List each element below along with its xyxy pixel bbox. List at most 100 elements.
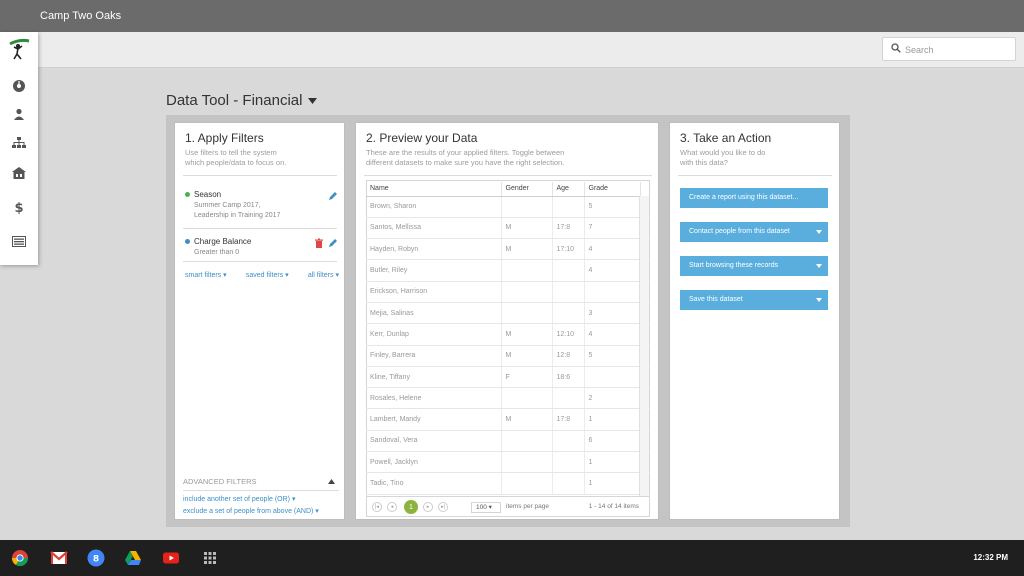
save-dataset-button[interactable]: Save this dataset: [680, 290, 828, 310]
cell-gender: [501, 451, 553, 474]
button-label: Start browsing these records: [689, 262, 779, 269]
table-row[interactable]: Hayden, Robyn M 17:10 4: [366, 238, 650, 261]
cell-grade: 5: [584, 196, 641, 218]
cell-grade: 7: [584, 217, 641, 240]
status-dot: [185, 192, 190, 197]
cell-gender: [501, 472, 553, 495]
window-title: Camp Two Oaks: [40, 10, 122, 22]
column-header-grade[interactable]: Grade: [584, 182, 641, 197]
last-page-icon[interactable]: ▸|: [438, 502, 448, 512]
table-row[interactable]: Finley, Barrera M 12:8 5: [366, 345, 650, 367]
person-icon[interactable]: [11, 106, 27, 122]
table-row[interactable]: Powell, Jacklyn 1: [366, 451, 650, 474]
table-row[interactable]: Mejia, Salinas 3: [366, 302, 650, 325]
youtube-icon[interactable]: [162, 549, 180, 567]
cell-name: Butler, Riley: [366, 259, 502, 282]
table-row[interactable]: Erickson, Harrison: [366, 281, 650, 303]
app-launcher-icon[interactable]: [201, 549, 219, 567]
preview-description: These are the results of your applied fi…: [366, 148, 564, 168]
gmail-icon[interactable]: [50, 549, 68, 567]
cell-age: 17:8: [552, 217, 585, 240]
cell-name: Santos, Mellissa: [366, 217, 502, 240]
cell-grade: 4: [584, 323, 641, 346]
filter-detail: Greater than 0: [194, 249, 240, 256]
all-filters-link[interactable]: all filters ▾: [308, 271, 339, 279]
cell-gender: [501, 259, 553, 282]
first-page-icon[interactable]: |◂: [372, 502, 382, 512]
cell-gender: M: [501, 345, 553, 367]
trash-icon[interactable]: [314, 238, 324, 248]
cell-name: Kline, Tiffany: [366, 366, 502, 389]
saved-filters-link[interactable]: saved filters ▾: [246, 271, 289, 279]
logo-icon[interactable]: [7, 37, 31, 61]
column-header-gender[interactable]: Gender: [501, 182, 553, 197]
page-size-select[interactable]: 100 ▾: [471, 502, 501, 513]
cell-name: Brown, Sharon: [366, 196, 502, 218]
org-chart-icon[interactable]: [11, 135, 27, 151]
search-box[interactable]: [882, 37, 1016, 61]
search-input[interactable]: [905, 41, 1011, 58]
smart-filters-link[interactable]: smart filters ▾: [185, 271, 227, 279]
dashboard-icon[interactable]: [11, 78, 27, 94]
table-row[interactable]: Santos, Mellissa M 17:8 7: [366, 217, 650, 240]
edit-pencil-icon[interactable]: [328, 191, 338, 201]
page-title[interactable]: Data Tool - Financial: [166, 92, 318, 109]
divider: [183, 175, 337, 176]
table-row[interactable]: Butler, Riley 4: [366, 259, 650, 282]
filter-season[interactable]: Season Summer Camp 2017, Leadership in T…: [185, 190, 280, 221]
cell-gender: M: [501, 323, 553, 346]
contact-people-button[interactable]: Contact people from this dataset: [680, 222, 828, 242]
cell-age: 17:8: [552, 408, 585, 431]
cell-age: 17:10: [552, 238, 585, 261]
cell-grade: 5: [584, 345, 641, 367]
google-plus-icon[interactable]: 8: [87, 549, 105, 567]
cell-name: Sandoval, Vera: [366, 430, 502, 453]
table-row[interactable]: Lambert, Mandy M 17:8 1: [366, 408, 650, 431]
drive-icon[interactable]: [124, 549, 142, 567]
take-action-panel: 3. Take an Action What would you like to…: [669, 122, 840, 520]
cell-grade: 6: [584, 430, 641, 453]
cell-age: [552, 430, 585, 453]
create-report-button[interactable]: Create a report using this dataset...: [680, 188, 828, 208]
current-page[interactable]: 1: [404, 500, 418, 514]
advanced-filters-header[interactable]: ADVANCED FILTERS: [183, 477, 339, 491]
cell-gender: F: [501, 366, 553, 389]
building-icon[interactable]: [11, 165, 27, 181]
chrome-icon[interactable]: [11, 549, 29, 567]
prev-page-icon[interactable]: ◂: [387, 502, 397, 512]
table-row[interactable]: Tadic, Tino 1: [366, 472, 650, 495]
column-header-name[interactable]: Name: [366, 182, 502, 197]
exclude-people-link[interactable]: exclude a set of people from above (AND)…: [183, 507, 319, 515]
filter-detail: Leadership in Training 2017: [194, 212, 281, 219]
page-size-value: 100: [476, 504, 487, 511]
include-people-link[interactable]: include another set of people (OR) ▾: [183, 495, 295, 503]
next-page-icon[interactable]: ▸: [423, 502, 433, 512]
status-dot: [185, 239, 190, 244]
column-header-age[interactable]: Age: [552, 182, 585, 197]
vertical-scrollbar[interactable]: [639, 196, 649, 496]
table-row[interactable]: Rosales, Helene 2: [366, 387, 650, 410]
cell-gender: [501, 302, 553, 325]
table-row[interactable]: Kerr, Dunlap M 12:10 4: [366, 323, 650, 346]
table-row[interactable]: Brown, Sharon 5: [366, 196, 650, 218]
table-row[interactable]: Sandoval, Vera 6: [366, 430, 650, 453]
cell-grade: [584, 366, 641, 389]
list-card-icon[interactable]: [11, 233, 27, 249]
apply-filters-description: Use filters to tell the system which peo…: [185, 148, 286, 168]
filter-charge-balance[interactable]: Charge Balance Greater than 0: [185, 237, 251, 258]
cell-name: Finley, Barrera: [366, 345, 502, 367]
filter-detail: Summer Camp 2017,: [194, 202, 261, 209]
take-action-description: What would you like to do with this data…: [680, 148, 765, 168]
cell-name: Tadic, Tino: [366, 472, 502, 495]
apply-filters-panel: 1. Apply Filters Use filters to tell the…: [174, 122, 345, 520]
pager: |◂ ◂ 1 ▸ ▸| 100 ▾ items per page 1 - 14 …: [366, 497, 650, 517]
grid-header-row: Name Gender Age Grade: [366, 182, 650, 197]
edit-pencil-icon[interactable]: [328, 238, 338, 248]
table-row[interactable]: Kline, Tiffany F 18:6: [366, 366, 650, 389]
cell-name: Lambert, Mandy: [366, 408, 502, 431]
cell-age: 12:10: [552, 323, 585, 346]
cell-age: [552, 451, 585, 474]
cell-grade: 3: [584, 302, 641, 325]
browse-records-button[interactable]: Start browsing these records: [680, 256, 828, 276]
dollar-icon[interactable]: $: [11, 200, 27, 216]
